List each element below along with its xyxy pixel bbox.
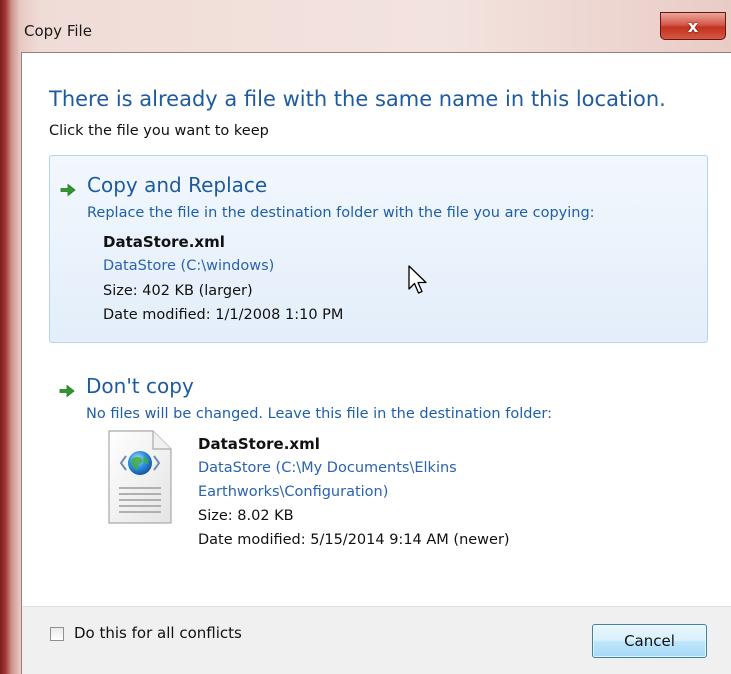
cancel-button[interactable]: Cancel: [592, 624, 707, 658]
window-title: Copy File: [24, 22, 92, 40]
file-date-modified: Date modified: 1/1/2008 1:10 PM: [103, 307, 344, 323]
dialog-subheading: Click the file you want to keep: [49, 123, 269, 139]
dont-copy-option[interactable]: Don't copy No files will be changed. Lea…: [49, 359, 708, 559]
file-size: Size: 402 KB (larger): [103, 283, 253, 299]
file-name: DataStore.xml: [198, 435, 320, 453]
dialog-footer: Do this for all conflicts Cancel: [22, 606, 731, 674]
copy-and-replace-option[interactable]: Copy and Replace Replace the file in the…: [49, 155, 708, 343]
dialog-content: There is already a file with the same na…: [21, 52, 731, 674]
copy-file-dialog: Copy File x There is already a file with…: [0, 0, 731, 674]
close-icon: x: [687, 16, 699, 36]
option-description: No files will be changed. Leave this fil…: [86, 406, 552, 422]
option-description: Replace the file in the destination fold…: [87, 205, 595, 221]
file-date-modified: Date modified: 5/15/2014 9:14 AM (newer): [198, 532, 510, 548]
mouse-pointer-icon: [408, 265, 427, 294]
green-arrow-right-icon: [60, 183, 76, 197]
file-path-line-1: DataStore (C:\My Documents\Elkins: [198, 460, 457, 476]
do-this-for-all-label[interactable]: Do this for all conflicts: [74, 624, 242, 642]
file-size: Size: 8.02 KB: [198, 508, 294, 524]
green-arrow-right-icon: [59, 384, 75, 398]
title-bar[interactable]: Copy File x: [0, 0, 731, 40]
file-name: DataStore.xml: [103, 233, 225, 251]
xml-document-globe-icon: [108, 430, 172, 524]
option-title: Copy and Replace: [87, 173, 268, 197]
do-this-for-all-checkbox[interactable]: [50, 627, 64, 641]
dialog-heading: There is already a file with the same na…: [49, 87, 666, 111]
file-path: DataStore (C:\windows): [103, 258, 275, 274]
close-button[interactable]: x: [660, 12, 726, 40]
file-path-line-2: Earthworks\Configuration): [198, 484, 389, 500]
option-title: Don't copy: [86, 374, 194, 398]
